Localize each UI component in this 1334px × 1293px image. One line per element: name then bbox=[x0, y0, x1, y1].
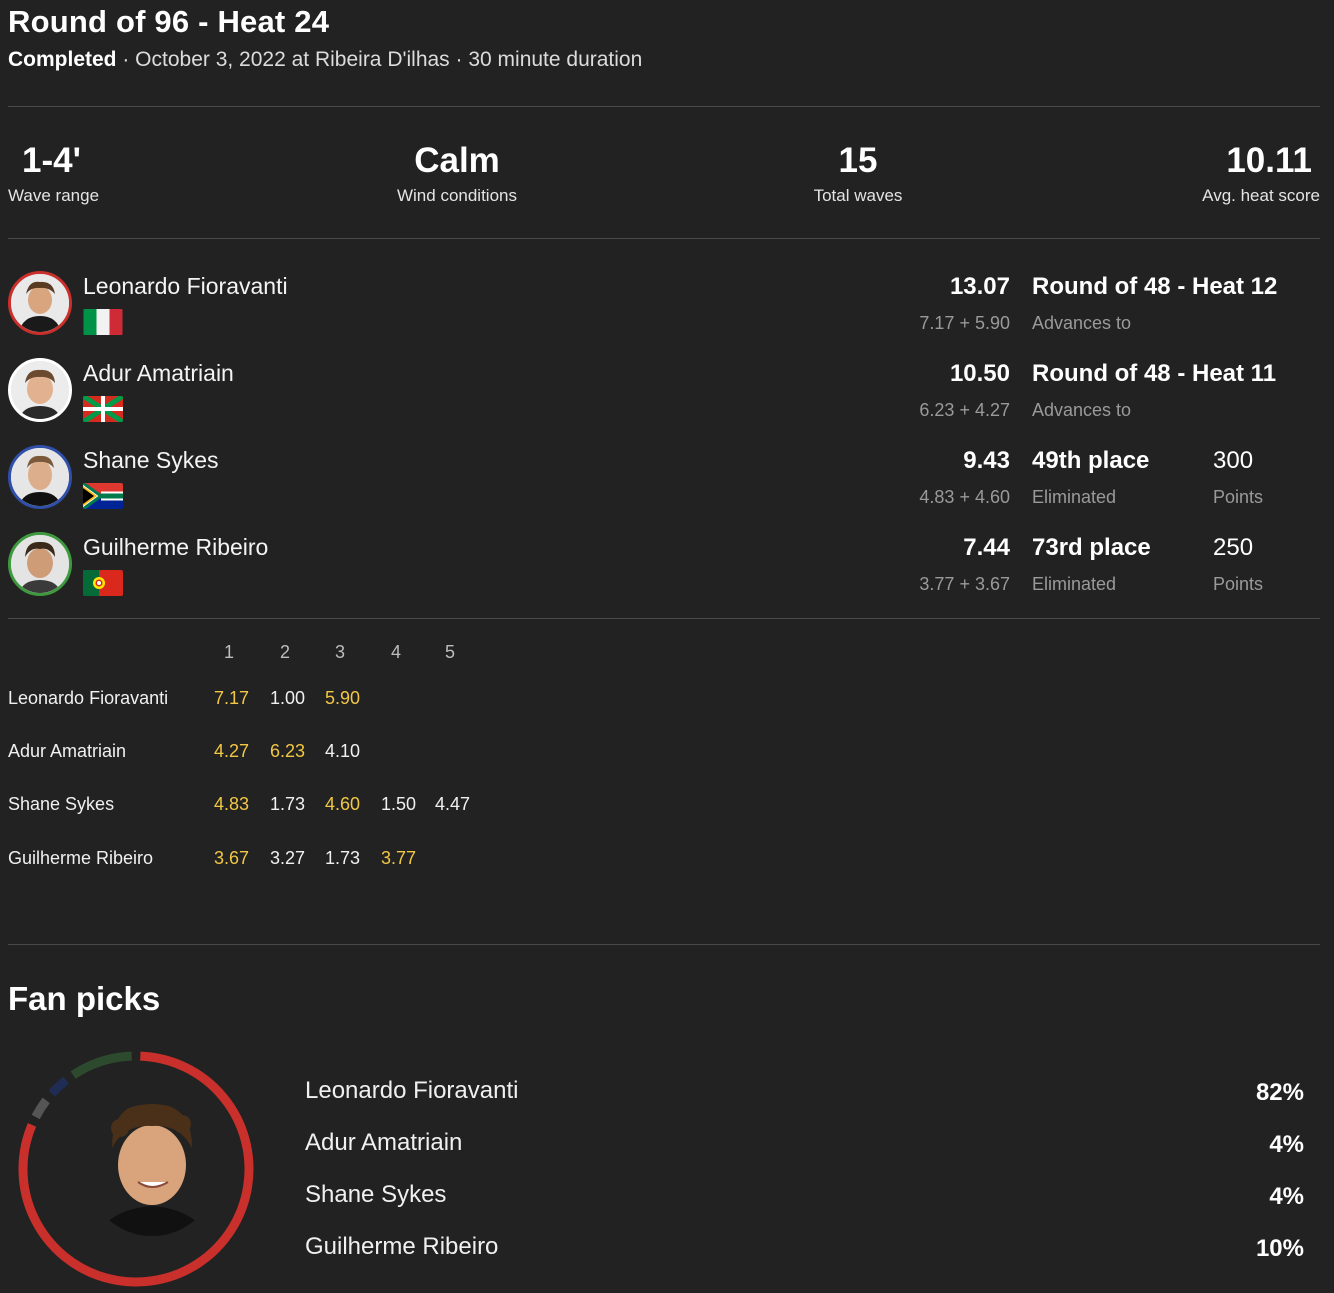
wave-score: 1.73 bbox=[270, 794, 306, 814]
heat-status: Completed bbox=[8, 48, 117, 71]
wave-score: 4.27 bbox=[214, 741, 250, 761]
fan-pick-name: Adur Amatriain bbox=[305, 1129, 463, 1156]
wave-row-surfer: Leonardo Fioravanti bbox=[8, 688, 169, 708]
score-breakdown: 3.77 + 3.67 bbox=[919, 574, 1010, 594]
heat-total: 13.07 bbox=[949, 273, 1010, 300]
surfer-name[interactable]: Adur Amatriain bbox=[83, 360, 234, 387]
points-label: Points bbox=[1213, 574, 1264, 594]
stat-label: Total waves bbox=[813, 186, 903, 205]
stat-total-waves: 15 Total waves bbox=[758, 140, 958, 206]
fan-pick-name: Guilherme Ribeiro bbox=[305, 1233, 499, 1260]
wave-column-header: 3 bbox=[334, 642, 346, 662]
score-breakdown: 4.83 + 4.60 bbox=[919, 487, 1010, 507]
surfer-row[interactable]: Leonardo Fioravanti 13.07 7.17 + 5.90 Ro… bbox=[0, 271, 1334, 358]
heat-subtitle: Completed · October 3, 2022 at Ribeira D… bbox=[8, 48, 642, 72]
portugal-flag-icon bbox=[83, 570, 123, 596]
divider bbox=[8, 618, 1320, 619]
heat-total: 9.43 bbox=[963, 447, 1010, 474]
heat-total: 7.44 bbox=[963, 534, 1010, 561]
divider bbox=[8, 944, 1320, 945]
score-breakdown: 6.23 + 4.27 bbox=[919, 400, 1010, 420]
wave-column-header: 5 bbox=[444, 642, 456, 662]
wave-score: 6.23 bbox=[270, 741, 306, 761]
points-value: 300 bbox=[1213, 447, 1254, 474]
donut-slice bbox=[48, 1076, 69, 1097]
wave-score: 5.90 bbox=[325, 688, 361, 708]
surfer-name[interactable]: Guilherme Ribeiro bbox=[83, 534, 268, 561]
stat-label: Avg. heat score bbox=[1202, 186, 1320, 205]
score-breakdown: 7.17 + 5.90 bbox=[919, 313, 1010, 333]
stat-value: 15 bbox=[838, 141, 878, 180]
wave-column-header: 2 bbox=[279, 642, 291, 662]
surfer-row[interactable]: Adur Amatriain 10.50 6.23 + 4.27 Round o… bbox=[0, 358, 1334, 445]
result-label: Advances to bbox=[1032, 400, 1132, 420]
divider bbox=[8, 238, 1320, 239]
surfer-name[interactable]: Leonardo Fioravanti bbox=[83, 273, 288, 300]
basque-flag-icon bbox=[83, 396, 123, 422]
stat-label: Wind conditions bbox=[396, 186, 517, 205]
wave-score: 3.67 bbox=[214, 848, 250, 868]
stat-wave-range: 1-4' Wave range bbox=[0, 140, 99, 206]
surfer-row[interactable]: Shane Sykes 9.43 4.83 + 4.60 49th place … bbox=[0, 445, 1334, 532]
divider bbox=[8, 106, 1320, 107]
fan-picks-title: Fan picks bbox=[8, 980, 161, 1017]
wave-score: 1.50 bbox=[381, 794, 417, 814]
heat-details: · October 3, 2022 at Ribeira D'ilhas · 3… bbox=[116, 48, 643, 71]
donut-slice bbox=[31, 1097, 50, 1120]
italy-flag-icon bbox=[83, 309, 123, 335]
avatar bbox=[8, 445, 72, 509]
south-africa-flag-icon bbox=[83, 483, 123, 509]
avatar bbox=[8, 271, 72, 335]
donut-slice bbox=[70, 1051, 132, 1079]
wave-score: 4.60 bbox=[325, 794, 361, 814]
fan-pick-name: Shane Sykes bbox=[305, 1181, 447, 1208]
stat-label: Wave range bbox=[8, 186, 100, 205]
wave-score: 4.83 bbox=[214, 794, 250, 814]
avatar bbox=[8, 532, 72, 596]
fan-pick-percent: 10% bbox=[1255, 1235, 1304, 1262]
stat-avg-score: 10.11 Avg. heat score bbox=[1202, 140, 1320, 206]
heat-title: Round of 96 - Heat 24 bbox=[8, 4, 330, 39]
fan-picks-donut bbox=[16, 1050, 256, 1288]
fan-pick-name: Leonardo Fioravanti bbox=[305, 1077, 519, 1104]
avatar bbox=[8, 358, 72, 422]
result-placing: 73rd place bbox=[1032, 534, 1151, 561]
wave-score: 4.10 bbox=[325, 741, 361, 761]
wave-column-header: 4 bbox=[390, 642, 402, 662]
stat-value: Calm bbox=[414, 141, 500, 180]
surfer-name[interactable]: Shane Sykes bbox=[83, 447, 219, 474]
result-link[interactable]: Round of 48 - Heat 11 bbox=[1032, 360, 1276, 388]
result-label: Eliminated bbox=[1032, 487, 1117, 507]
result-placing: 49th place bbox=[1032, 447, 1150, 474]
surfer-row[interactable]: Guilherme Ribeiro 7.44 3.77 + 3.67 73rd … bbox=[0, 532, 1334, 619]
wave-score: 3.27 bbox=[270, 848, 306, 868]
result-label: Eliminated bbox=[1032, 574, 1117, 594]
wave-row-surfer: Adur Amatriain bbox=[8, 741, 127, 761]
wave-score: 4.47 bbox=[435, 794, 471, 814]
wave-row-surfer: Guilherme Ribeiro bbox=[8, 848, 154, 868]
wave-row-surfer: Shane Sykes bbox=[8, 794, 115, 814]
heat-total: 10.50 bbox=[949, 360, 1010, 387]
wave-column-header: 1 bbox=[223, 642, 235, 662]
result-label: Advances to bbox=[1032, 313, 1132, 333]
stat-value: 10.11 bbox=[1226, 141, 1312, 180]
wave-score: 7.17 bbox=[214, 688, 250, 708]
top-pick-avatar bbox=[86, 1104, 218, 1236]
points-label: Points bbox=[1213, 487, 1264, 507]
stat-wind: Calm Wind conditions bbox=[357, 140, 557, 206]
wave-score: 3.77 bbox=[381, 848, 417, 868]
stat-value: 1-4' bbox=[22, 141, 81, 180]
points-value: 250 bbox=[1213, 534, 1254, 561]
fan-pick-percent: 4% bbox=[1269, 1183, 1304, 1210]
wave-score: 1.00 bbox=[270, 688, 306, 708]
wave-score: 1.73 bbox=[325, 848, 361, 868]
fan-pick-percent: 4% bbox=[1269, 1131, 1304, 1158]
result-link[interactable]: Round of 48 - Heat 12 bbox=[1032, 273, 1277, 301]
fan-pick-percent: 82% bbox=[1255, 1079, 1304, 1106]
